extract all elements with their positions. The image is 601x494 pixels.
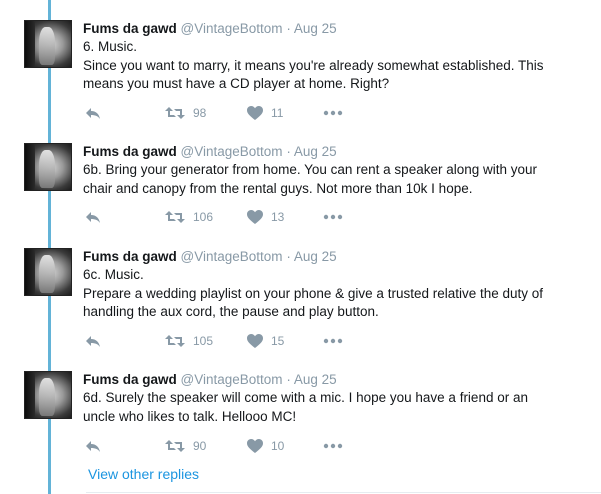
like-button[interactable]: 13 [247, 208, 284, 226]
tweet-header: Fums da gawd @VintageBottom · Aug 25 [83, 248, 588, 266]
tweet-text-line: 6d. Surely the speaker will come with a … [83, 390, 528, 405]
like-count: 10 [271, 439, 285, 453]
retweet-button[interactable]: 105 [165, 332, 213, 350]
reply-button[interactable] [85, 208, 101, 226]
retweet-count: 105 [193, 334, 214, 348]
avatar[interactable] [24, 371, 72, 419]
tweet-text-line: uncle who likes to talk. Hellooo MC! [83, 408, 297, 424]
tweet-text-line: chair and canopy from the rental guys. N… [83, 180, 473, 196]
like-button[interactable]: 11 [247, 104, 283, 122]
tweet-actions: 105 15 [83, 332, 383, 350]
tweet-date[interactable]: Aug 25 [294, 144, 337, 159]
reply-icon [86, 212, 100, 223]
tweet-text-line: Prepare a wedding playlist on your phone… [83, 285, 544, 301]
tweet-text-line: 6c. Music. [83, 267, 144, 282]
header-separator: · [286, 144, 291, 159]
tweet-date[interactable]: Aug 25 [294, 249, 337, 264]
tweet-date[interactable]: Aug 25 [294, 21, 337, 36]
tweet-actions: 106 13 [83, 208, 383, 226]
tweet-text-line: means you must have a CD player at home.… [83, 76, 390, 91]
user-name[interactable]: Fums da gawd [83, 21, 177, 36]
more-dots-icon [323, 338, 343, 344]
user-handle[interactable]: @VintageBottom [181, 144, 283, 159]
more-dots-icon [323, 214, 343, 220]
user-handle[interactable]: @VintageBottom [181, 249, 283, 264]
reply-button[interactable] [85, 437, 101, 455]
heart-icon [247, 106, 263, 120]
reply-icon [86, 441, 100, 452]
retweet-button[interactable]: 90 [165, 437, 206, 455]
like-count: 11 [271, 106, 284, 120]
reply-button[interactable] [85, 104, 101, 122]
divider [86, 492, 601, 493]
retweet-icon [165, 335, 185, 347]
header-separator: · [286, 372, 291, 387]
user-handle[interactable]: @VintageBottom [181, 372, 283, 387]
avatar[interactable] [24, 143, 72, 191]
more-button[interactable] [323, 104, 343, 122]
tweet-date[interactable]: Aug 25 [294, 372, 337, 387]
header-separator: · [286, 21, 291, 36]
tweet-text: 6b. Bring your generator from home. You … [83, 161, 588, 198]
avatar[interactable] [24, 248, 72, 296]
tweet-content: Fums da gawd @VintageBottom · Aug 25 6. … [83, 20, 588, 120]
heart-icon [247, 334, 263, 348]
header-separator: · [286, 249, 291, 264]
tweet-content: Fums da gawd @VintageBottom · Aug 25 6b.… [83, 143, 588, 224]
view-other-replies-link[interactable]: View other replies [88, 466, 199, 482]
user-name[interactable]: Fums da gawd [83, 249, 177, 264]
more-button[interactable] [323, 208, 343, 226]
tweet-text-line: Since you want to marry, it means you're… [83, 57, 544, 73]
tweet-content: Fums da gawd @VintageBottom · Aug 25 6c.… [83, 248, 588, 348]
retweet-icon [165, 211, 185, 223]
thread-line [48, 0, 51, 494]
heart-icon [247, 210, 263, 224]
tweet-text-line: 6. Music. [83, 39, 138, 54]
tweet-text-line: 6b. Bring your generator from home. You … [83, 162, 538, 177]
tweet-header: Fums da gawd @VintageBottom · Aug 25 [83, 20, 588, 38]
like-button[interactable]: 15 [247, 332, 284, 350]
retweet-button[interactable]: 98 [165, 104, 206, 122]
tweet-text-line: handling the aux cord, the pause and pla… [83, 304, 379, 319]
tweet-actions: 90 10 [83, 437, 383, 455]
retweet-icon [165, 107, 185, 119]
like-button[interactable]: 10 [247, 437, 284, 455]
retweet-button[interactable]: 106 [165, 208, 213, 226]
retweet-count: 106 [193, 210, 214, 224]
retweet-count: 90 [193, 439, 207, 453]
like-count: 13 [271, 210, 285, 224]
more-dots-icon [323, 110, 343, 116]
tweet-header: Fums da gawd @VintageBottom · Aug 25 [83, 143, 588, 161]
like-count: 15 [271, 334, 285, 348]
tweet-actions: 98 11 [83, 104, 383, 122]
tweet-text: 6. Music. Since you want to marry, it me… [83, 38, 588, 94]
retweet-count: 98 [193, 106, 207, 120]
more-button[interactable] [323, 437, 343, 455]
tweet-text: 6d. Surely the speaker will come with a … [83, 389, 588, 426]
tweet-content: Fums da gawd @VintageBottom · Aug 25 6d.… [83, 371, 588, 453]
reply-icon [86, 336, 100, 347]
tweet-text: 6c. Music. Prepare a wedding playlist on… [83, 266, 588, 322]
reply-button[interactable] [85, 332, 101, 350]
more-dots-icon [323, 443, 343, 449]
user-handle[interactable]: @VintageBottom [181, 21, 283, 36]
more-button[interactable] [323, 332, 343, 350]
user-name[interactable]: Fums da gawd [83, 144, 177, 159]
avatar[interactable] [24, 20, 72, 68]
user-name[interactable]: Fums da gawd [83, 372, 177, 387]
reply-icon [86, 108, 100, 119]
tweet-header: Fums da gawd @VintageBottom · Aug 25 [83, 371, 588, 389]
heart-icon [247, 439, 263, 453]
retweet-icon [165, 440, 185, 452]
